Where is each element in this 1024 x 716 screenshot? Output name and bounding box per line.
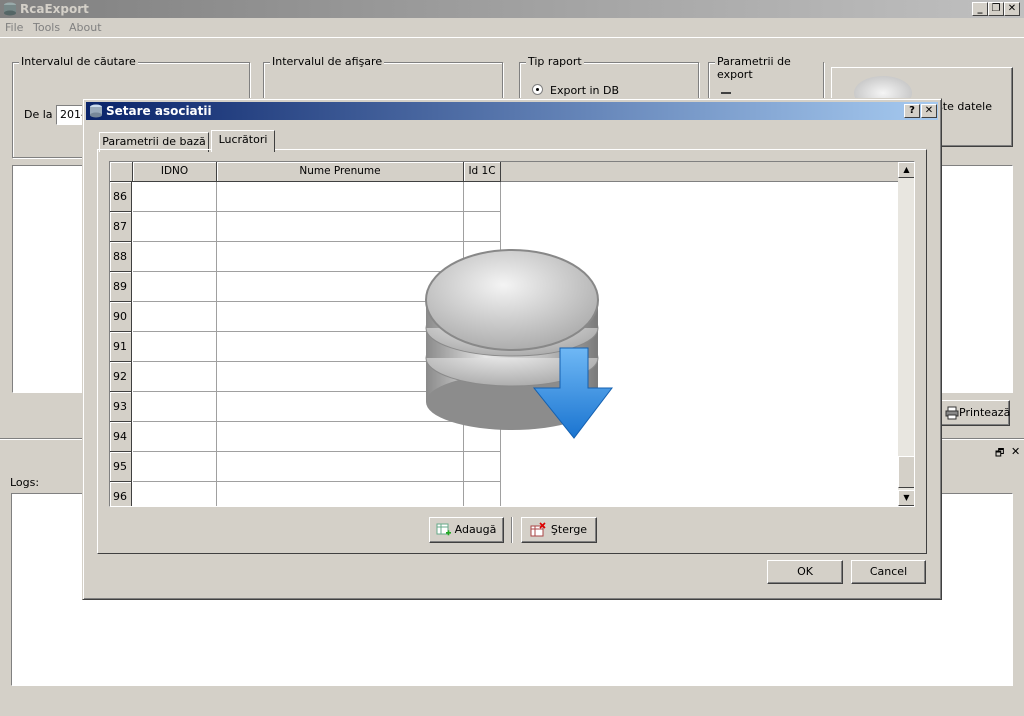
row-number[interactable]: 90 bbox=[110, 302, 132, 332]
from-label: De la bbox=[24, 108, 53, 121]
export-params-checkbox[interactable] bbox=[721, 92, 731, 94]
row-number[interactable]: 88 bbox=[110, 242, 132, 272]
scroll-up-button[interactable]: ▲ bbox=[898, 162, 914, 178]
grid-corner[interactable] bbox=[110, 162, 133, 182]
minimize-button[interactable]: _ bbox=[972, 2, 988, 16]
add-button[interactable]: Adaugă bbox=[429, 517, 504, 543]
print-button[interactable]: Printează bbox=[940, 400, 1010, 426]
cancel-button[interactable]: Cancel bbox=[851, 560, 926, 584]
row-number[interactable]: 95 bbox=[110, 452, 132, 482]
cell-idno[interactable] bbox=[133, 302, 217, 332]
row-number[interactable]: 94 bbox=[110, 422, 132, 452]
row-number[interactable]: 89 bbox=[110, 272, 132, 302]
results-panel-right bbox=[940, 165, 1013, 393]
row-number[interactable]: 91 bbox=[110, 332, 132, 362]
dialog-title-bar: Setare asociatii ? ✕ bbox=[86, 102, 938, 120]
menu-tools[interactable]: Tools bbox=[33, 21, 60, 34]
delete-button[interactable]: Şterge bbox=[521, 517, 597, 543]
export-db-radio[interactable] bbox=[532, 84, 543, 95]
cell-id1c[interactable] bbox=[464, 212, 501, 242]
delete-label: Şterge bbox=[550, 523, 588, 536]
print-label: Printează bbox=[959, 406, 1011, 419]
row-number[interactable]: 86 bbox=[110, 182, 132, 212]
export-params-group: Parametrii de export bbox=[708, 55, 824, 102]
app-title: RcaExport bbox=[20, 2, 89, 16]
database-icon bbox=[4, 2, 16, 16]
dialog-close-button[interactable]: ✕ bbox=[921, 104, 937, 118]
cell-name[interactable] bbox=[217, 482, 464, 506]
database-icon bbox=[90, 104, 102, 118]
add-label: Adaugă bbox=[454, 523, 497, 536]
cell-idno[interactable] bbox=[133, 362, 217, 392]
column-id1c[interactable]: Id 1C bbox=[464, 162, 501, 182]
restore-button[interactable]: ❐ bbox=[988, 2, 1004, 16]
scroll-thumb[interactable] bbox=[898, 456, 914, 488]
row-number[interactable]: 96 bbox=[110, 482, 132, 506]
export-db-label: Export in DB bbox=[550, 84, 620, 97]
table-row[interactable]: 95 bbox=[110, 452, 501, 482]
cell-idno[interactable] bbox=[133, 332, 217, 362]
table-delete-icon bbox=[530, 522, 546, 537]
column-name[interactable]: Nume Prenume bbox=[217, 162, 464, 182]
logs-label: Logs: bbox=[10, 476, 40, 489]
column-idno[interactable]: IDNO bbox=[133, 162, 217, 182]
table-add-icon bbox=[436, 523, 451, 536]
menu-about[interactable]: About bbox=[69, 21, 102, 34]
cell-idno[interactable] bbox=[133, 182, 217, 212]
cell-idno[interactable] bbox=[133, 212, 217, 242]
dock-float-icon[interactable]: 🗗 bbox=[995, 446, 1004, 463]
row-number[interactable]: 93 bbox=[110, 392, 132, 422]
display-interval-legend: Intervalul de afişare bbox=[270, 55, 385, 68]
row-number[interactable]: 87 bbox=[110, 212, 132, 242]
results-panel bbox=[12, 165, 84, 393]
cell-name[interactable] bbox=[217, 212, 464, 242]
help-button[interactable]: ? bbox=[904, 104, 920, 118]
cell-idno[interactable] bbox=[133, 272, 217, 302]
menu-bar: File Tools About bbox=[0, 18, 1024, 38]
report-type-group: Tip raport Export in DB bbox=[519, 55, 699, 102]
menu-file[interactable]: File bbox=[5, 21, 23, 34]
search-interval-legend: Intervalul de căutare bbox=[19, 55, 138, 68]
cell-name[interactable] bbox=[217, 182, 464, 212]
ok-button[interactable]: OK bbox=[767, 560, 843, 584]
main-title-bar: RcaExport _ ❐ ✕ bbox=[0, 0, 1024, 18]
dialog-title: Setare asociatii bbox=[106, 104, 212, 118]
display-interval-group: Intervalul de afişare bbox=[263, 55, 503, 102]
table-row[interactable]: 87 bbox=[110, 212, 501, 242]
cell-id1c[interactable] bbox=[464, 482, 501, 506]
cell-id1c[interactable] bbox=[464, 182, 501, 212]
table-row[interactable]: 96 bbox=[110, 482, 501, 506]
printer-icon bbox=[945, 406, 959, 420]
tab-workers[interactable]: Lucrători bbox=[211, 130, 275, 152]
cell-id1c[interactable] bbox=[464, 452, 501, 482]
scroll-down-button[interactable]: ▼ bbox=[898, 490, 914, 506]
grid-vertical-scrollbar[interactable]: ▲ ▼ bbox=[898, 162, 914, 506]
cell-idno[interactable] bbox=[133, 482, 217, 506]
cell-idno[interactable] bbox=[133, 242, 217, 272]
close-button[interactable]: ✕ bbox=[1004, 2, 1020, 16]
export-params-legend: Parametrii de export bbox=[715, 55, 823, 81]
report-type-legend: Tip raport bbox=[526, 55, 584, 68]
header-filler bbox=[501, 162, 898, 182]
cell-name[interactable] bbox=[217, 452, 464, 482]
database-download-icon bbox=[425, 249, 614, 439]
cell-idno[interactable] bbox=[133, 452, 217, 482]
cell-idno[interactable] bbox=[133, 422, 217, 452]
row-number[interactable]: 92 bbox=[110, 362, 132, 392]
cell-idno[interactable] bbox=[133, 392, 217, 422]
dock-close-icon[interactable]: ✕ bbox=[1011, 445, 1020, 458]
table-row[interactable]: 86 bbox=[110, 182, 501, 212]
toolbar-separator bbox=[511, 517, 513, 543]
